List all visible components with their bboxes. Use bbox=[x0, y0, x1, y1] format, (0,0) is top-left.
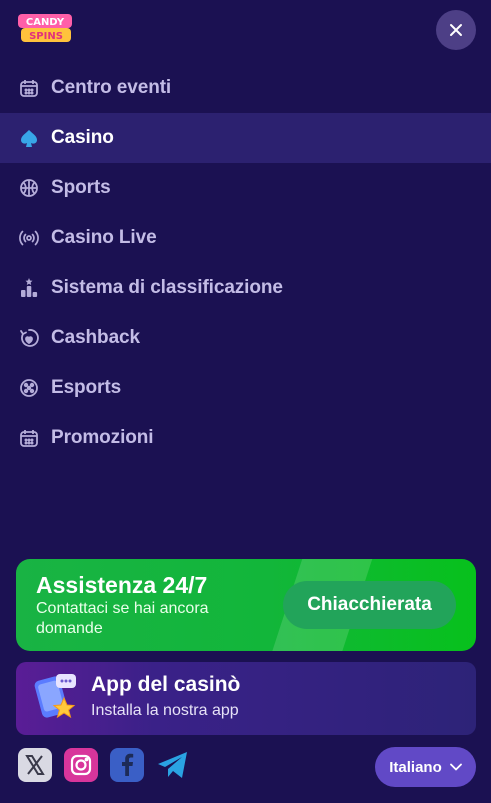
nav-item-label: Cashback bbox=[51, 327, 140, 348]
ranking-icon bbox=[18, 277, 40, 299]
nav-item-casino[interactable]: Casino bbox=[0, 113, 491, 163]
instagram-icon bbox=[70, 754, 92, 776]
language-label: Italiano bbox=[389, 758, 442, 776]
nav-item-label: Sistema di classificazione bbox=[51, 277, 283, 298]
nav-item-cashback[interactable]: Cashback bbox=[0, 313, 491, 363]
facebook-link[interactable] bbox=[110, 748, 144, 782]
nav-item-label: Centro eventi bbox=[51, 77, 172, 98]
candy-spins-logo[interactable]: CANDY SPINS bbox=[17, 12, 73, 44]
basketball-icon bbox=[18, 177, 40, 199]
close-icon bbox=[450, 24, 462, 36]
logo-text-bottom: SPINS bbox=[29, 31, 63, 42]
telegram-link[interactable] bbox=[156, 748, 190, 782]
main-nav: Centro eventi Casino Sports Casino Live bbox=[0, 63, 491, 463]
social-links bbox=[18, 748, 190, 782]
app-download-card[interactable]: App del casinò Installa la nostra app bbox=[16, 662, 476, 735]
logo-text-top: CANDY bbox=[26, 17, 65, 28]
dice-icon bbox=[18, 377, 40, 399]
top-bar: CANDY SPINS bbox=[0, 0, 491, 60]
broadcast-icon bbox=[18, 227, 40, 249]
support-banner: Assistenza 24/7 Contattaci se hai ancora… bbox=[16, 559, 476, 651]
support-subtitle: Contattaci se hai ancora domande bbox=[36, 600, 209, 637]
nav-item-label: Sports bbox=[51, 177, 111, 198]
calendar-icon bbox=[18, 77, 40, 99]
chat-button[interactable]: Chiacchierata bbox=[283, 581, 456, 629]
language-selector[interactable]: Italiano bbox=[375, 747, 476, 787]
nav-item-centro-eventi[interactable]: Centro eventi bbox=[0, 63, 491, 113]
nav-item-label: Casino Live bbox=[51, 227, 157, 248]
phone-app-icon bbox=[34, 672, 82, 724]
nav-item-label: Casino bbox=[51, 127, 114, 148]
nav-item-casino-live[interactable]: Casino Live bbox=[0, 213, 491, 263]
nav-item-label: Esports bbox=[51, 377, 122, 398]
instagram-link[interactable] bbox=[64, 748, 98, 782]
calendar-icon bbox=[18, 427, 40, 449]
nav-item-label: Promozioni bbox=[51, 427, 154, 448]
app-subtitle: Installa la nostra app bbox=[91, 702, 239, 719]
facebook-icon bbox=[122, 753, 134, 776]
close-menu-button[interactable] bbox=[436, 10, 476, 50]
chevron-down-icon bbox=[449, 763, 462, 771]
spade-icon bbox=[18, 127, 40, 149]
support-title: Assistenza 24/7 bbox=[36, 572, 208, 598]
x-icon bbox=[25, 755, 45, 775]
nav-item-promozioni[interactable]: Promozioni bbox=[0, 413, 491, 463]
app-title: App del casinò bbox=[91, 673, 241, 696]
nav-item-esports[interactable]: Esports bbox=[0, 363, 491, 413]
telegram-icon bbox=[158, 752, 187, 778]
nav-item-sistema-di-classificazione[interactable]: Sistema di classificazione bbox=[0, 263, 491, 313]
x-link[interactable] bbox=[18, 748, 52, 782]
nav-item-sports[interactable]: Sports bbox=[0, 163, 491, 213]
cashback-icon bbox=[18, 327, 40, 349]
